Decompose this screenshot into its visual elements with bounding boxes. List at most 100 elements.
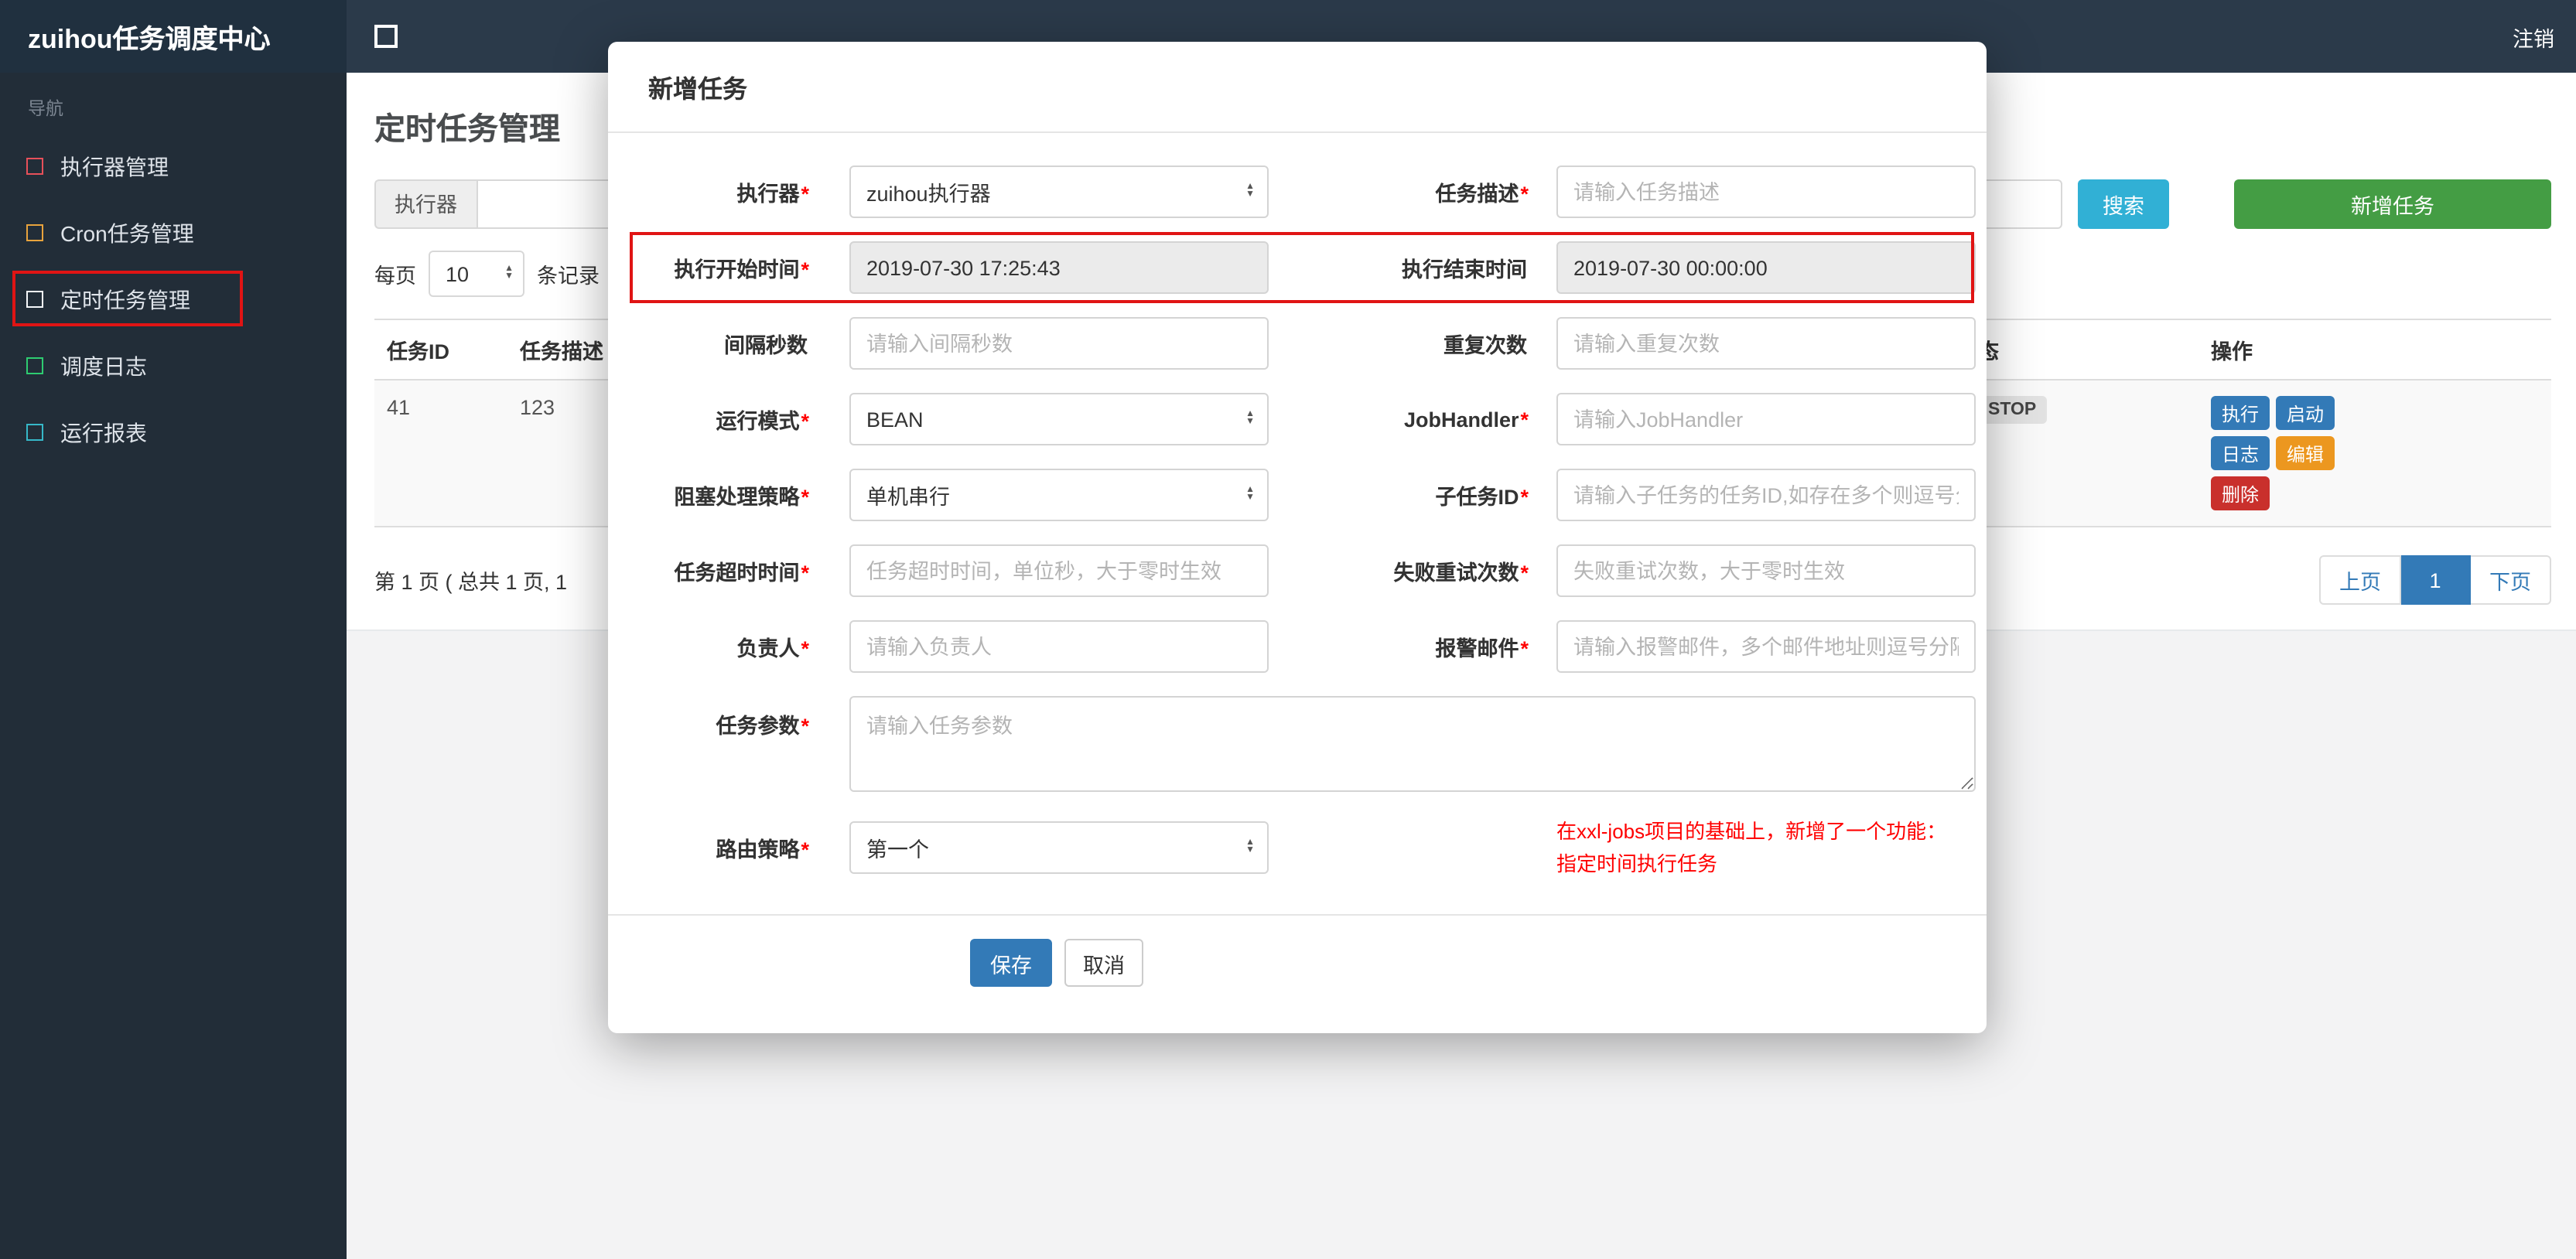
select-arrows-icon: ▲ ▼ <box>1245 182 1255 200</box>
author-input[interactable] <box>849 620 1269 673</box>
menu-square-icon <box>26 291 43 308</box>
menu-square-icon <box>26 224 43 241</box>
block-strategy-select[interactable]: 单机串行 ▲ ▼ <box>849 469 1269 521</box>
modal-footer: 保存 取消 <box>608 914 1987 1033</box>
run-button[interactable]: 执行 <box>2211 396 2270 430</box>
fail-retry-label: 失败重试次数 * <box>1393 561 1529 585</box>
form-row-job-param: 任务参数 * <box>608 696 1987 792</box>
child-job-input[interactable] <box>1556 469 1976 521</box>
sidebar-item-label: 运行报表 <box>60 420 147 445</box>
block-strategy-label: 阻塞处理策略 * <box>674 486 809 509</box>
start-time-label: 执行开始时间 * <box>674 258 809 281</box>
app-window: zuihou任务调度中心 注销 导航 执行器管理 Cron任务管理 定时任务管理… <box>0 0 2576 1259</box>
pagination-summary: 第 1 页 ( 总共 1 页, 1 <box>374 571 568 594</box>
pagination: 上页 1 下页 <box>2319 555 2551 605</box>
sidebar-item-schedule-log[interactable]: 调度日志 <box>0 333 347 399</box>
end-time-label: 执行结束时间 <box>1402 258 1527 281</box>
glue-type-label: 运行模式 * <box>716 410 809 433</box>
per-page-prefix: 每页 <box>374 264 416 288</box>
job-param-label: 任务参数 * <box>716 715 809 738</box>
cancel-button[interactable]: 取消 <box>1064 939 1143 988</box>
prev-page-button[interactable]: 上页 <box>2319 555 2401 605</box>
nav-section-label: 导航 <box>28 101 63 119</box>
logout-link[interactable]: 注销 <box>2513 21 2554 52</box>
cell-actions: 执行 启动 日志 编辑 删除 <box>2198 380 2551 527</box>
timeout-input[interactable] <box>849 544 1269 597</box>
route-strategy-select[interactable]: 第一个 ▲ ▼ <box>849 821 1269 875</box>
delete-button[interactable]: 删除 <box>2211 476 2270 510</box>
feature-note-line2: 指定时间执行任务 <box>1556 852 1718 876</box>
select-arrows-icon: ▲ ▼ <box>1245 838 1255 856</box>
form-row-glue-handler: 运行模式 * BEAN ▲ ▼ JobHandler * <box>608 393 1987 445</box>
edit-button[interactable]: 编辑 <box>2276 436 2335 470</box>
menu-square-icon <box>26 158 43 175</box>
select-arrows-icon: ▲ ▼ <box>1245 485 1255 503</box>
sidebar-item-executor-manage[interactable]: 执行器管理 <box>0 133 347 200</box>
per-page-value: 10 <box>446 262 470 285</box>
timeout-label: 任务超时时间 * <box>674 561 809 585</box>
sidebar-item-label: 定时任务管理 <box>60 287 190 312</box>
col-task-id: 任务ID <box>374 319 507 380</box>
next-page-button[interactable]: 下页 <box>2471 555 2551 605</box>
cell-task-id: 41 <box>374 380 507 527</box>
glue-type-value: BEAN <box>866 408 924 431</box>
per-page-suffix: 条记录 <box>537 264 600 288</box>
job-handler-input[interactable] <box>1556 393 1976 445</box>
executor-filter-label: 执行器 <box>374 179 476 229</box>
modal-header: 新增任务 <box>608 42 1987 133</box>
select-arrows-icon: ▲ ▼ <box>1245 409 1255 427</box>
glue-type-select[interactable]: BEAN ▲ ▼ <box>849 393 1269 445</box>
sidebar-item-cron-manage[interactable]: Cron任务管理 <box>0 200 347 266</box>
route-strategy-label: 路由策略 * <box>716 838 809 862</box>
form-row-block-childjob: 阻塞处理策略 * 单机串行 ▲ ▼ 子任务ID * <box>608 469 1987 521</box>
add-task-button[interactable]: 新增任务 <box>2234 179 2551 229</box>
col-actions: 操作 <box>2198 319 2551 380</box>
sidebar: 导航 执行器管理 Cron任务管理 定时任务管理 调度日志 运行报表 <box>0 73 347 1259</box>
log-button[interactable]: 日志 <box>2211 436 2270 470</box>
executor-select[interactable]: zuihou执行器 ▲ ▼ <box>849 165 1269 218</box>
alarm-email-input[interactable] <box>1556 620 1976 673</box>
sidebar-item-timed-task-manage[interactable]: 定时任务管理 <box>0 266 347 333</box>
alarm-email-label: 报警邮件 * <box>1435 637 1529 660</box>
modal-title: 新增任务 <box>648 77 748 104</box>
modal-body: 执行器* zuihou执行器 ▲▼ 任务描述* 执行开始时间* 2019-07-… <box>608 133 1987 880</box>
form-row-author-email: 负责人* 报警邮件* <box>608 620 1987 673</box>
job-param-textarea[interactable] <box>849 696 1976 792</box>
status-text: STOP <box>1988 401 2037 419</box>
block-strategy-value: 单机串行 <box>866 486 950 509</box>
executor-label: 执行器 * <box>736 183 809 206</box>
sidebar-toggle-icon[interactable] <box>374 25 398 48</box>
interval-input[interactable] <box>849 317 1269 370</box>
form-row-start-end-time: 执行开始时间 * 2019-07-30 17:25:43 执行结束时间 2019-… <box>608 232 1987 303</box>
per-page-select[interactable]: 10 ▲ ▼ <box>429 251 524 297</box>
end-time-input[interactable]: 2019-07-30 00:00:00 <box>1556 241 1976 294</box>
repeat-input[interactable] <box>1556 317 1976 370</box>
form-row-interval-repeat: 间隔秒数 重复次数 <box>608 317 1987 370</box>
interval-label: 间隔秒数 <box>724 334 808 357</box>
sidebar-item-run-report[interactable]: 运行报表 <box>0 399 347 466</box>
menu-square-icon <box>26 424 43 441</box>
repeat-label: 重复次数 <box>1443 334 1527 357</box>
app-title: zuihou任务调度中心 <box>0 0 347 73</box>
job-desc-label: 任务描述 * <box>1435 183 1529 206</box>
feature-note: 在xxl-jobs项目的基础上，新增了一个功能： 指定时间执行任务 <box>1556 815 1976 880</box>
menu-square-icon <box>26 357 43 374</box>
search-button[interactable]: 搜索 <box>2078 179 2169 229</box>
form-row-route-strategy: 路由策略 * 第一个 ▲ ▼ 在xxl-jobs项目的基础上，新增了一个功能： 指定… <box>608 815 1987 880</box>
job-desc-input[interactable] <box>1556 165 1976 218</box>
row-action-buttons: 执行 启动 日志 编辑 删除 <box>2211 396 2384 510</box>
add-task-modal: 新增任务 执行器* zuihou执行器 ▲▼ 任务描述* 执行开始时间* 201… <box>608 42 1987 1034</box>
start-button[interactable]: 启动 <box>2276 396 2335 430</box>
fail-retry-input[interactable] <box>1556 544 1976 597</box>
form-row-timeout-retry: 任务超时时间* 失败重试次数* <box>608 544 1987 597</box>
start-time-input[interactable]: 2019-07-30 17:25:43 <box>849 241 1269 294</box>
job-handler-label: JobHandler * <box>1403 408 1529 431</box>
save-button[interactable]: 保存 <box>970 939 1052 988</box>
feature-note-line1: 在xxl-jobs项目的基础上，新增了一个功能： <box>1556 820 1947 843</box>
sidebar-item-label: 执行器管理 <box>60 154 169 179</box>
form-row-executor-desc: 执行器 * zuihou执行器 ▲ ▼ 任务描述 * <box>608 165 1987 218</box>
current-page-button[interactable]: 1 <box>2401 555 2471 605</box>
sidebar-menu: 执行器管理 Cron任务管理 定时任务管理 调度日志 运行报表 <box>0 133 347 466</box>
author-label: 负责人 * <box>736 637 809 660</box>
executor-select-value: zuihou执行器 <box>866 183 991 206</box>
